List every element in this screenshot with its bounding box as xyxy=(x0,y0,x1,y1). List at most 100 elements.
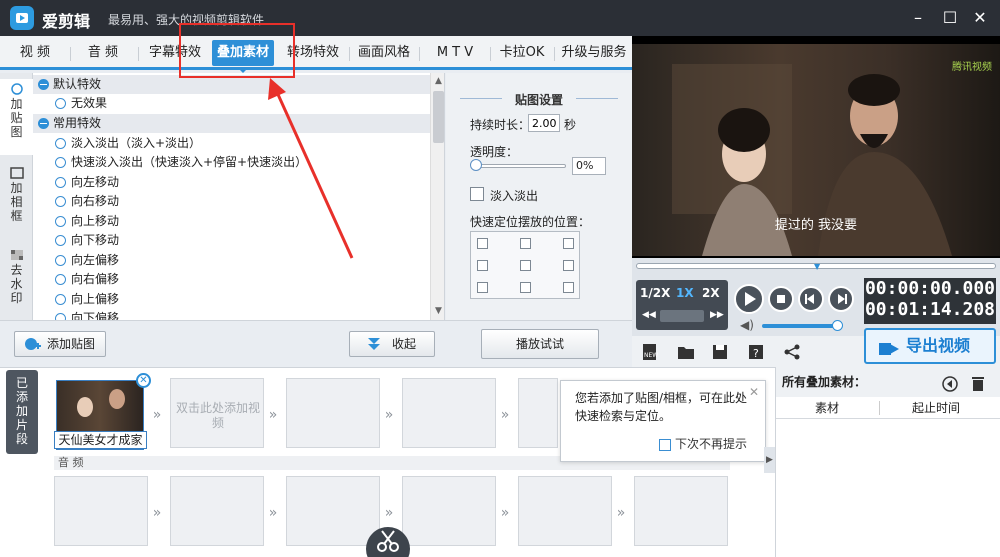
speed-selector: 1/2X 1X 2X ◀◀ ▶▶ xyxy=(636,280,728,330)
remove-clip-icon[interactable]: ✕ xyxy=(136,373,151,388)
volume-knob[interactable] xyxy=(832,320,843,331)
position-bottom-left[interactable] xyxy=(477,282,488,293)
effect-label: 向右偏移 xyxy=(71,272,120,286)
effect-item[interactable]: 向下偏移 xyxy=(55,309,119,320)
scroll-down-icon[interactable]: ▼ xyxy=(433,305,444,317)
play-button[interactable] xyxy=(734,284,764,314)
tooltip-close-icon[interactable]: ✕ xyxy=(749,383,759,401)
effect-group-common[interactable]: 常用特效 xyxy=(33,114,430,133)
step-forward-icon[interactable]: ▶▶ xyxy=(710,310,724,320)
effect-item[interactable]: 向左移动 xyxy=(55,173,119,192)
scroll-up-icon[interactable]: ▲ xyxy=(433,75,444,87)
tab-mtv[interactable]: M T V xyxy=(422,40,488,66)
empty-video-slot[interactable] xyxy=(286,378,380,448)
open-folder-icon[interactable] xyxy=(676,342,696,362)
effect-scrollbar[interactable]: ▲ ▼ xyxy=(430,73,444,320)
side-tab-label: 加相框 xyxy=(10,181,23,223)
collapse-button[interactable]: 收起 xyxy=(349,331,435,357)
effect-item[interactable]: 向右移动 xyxy=(55,192,119,211)
effect-item[interactable]: 无效果 xyxy=(55,94,107,113)
opacity-slider[interactable] xyxy=(474,164,566,168)
speed-half[interactable]: 1/2X xyxy=(640,286,670,300)
clip-label[interactable]: 天仙美女才成家 xyxy=(54,431,147,449)
add-sticker-icon xyxy=(23,336,41,360)
add-sticker-button[interactable]: 添加贴图 xyxy=(14,331,106,357)
chevron-down-icon[interactable]: ▼ xyxy=(814,262,820,271)
fade-checkbox[interactable] xyxy=(470,187,484,201)
position-top-center[interactable] xyxy=(520,238,531,249)
side-tab-remove-watermark[interactable]: 去水印 xyxy=(0,245,33,321)
position-top-left[interactable] xyxy=(477,238,488,249)
effect-item[interactable]: 快速淡入淡出（快速淡入+停留+快速淡出） xyxy=(55,153,307,172)
opacity-value[interactable]: 0% xyxy=(572,157,606,175)
scissors-button[interactable] xyxy=(366,527,410,557)
tab-video[interactable]: 视 频 xyxy=(4,40,66,66)
preview-play-button[interactable]: 播放试试 xyxy=(481,329,599,359)
step-back-icon[interactable]: ◀◀ xyxy=(642,310,656,320)
empty-audio-slot[interactable] xyxy=(518,476,612,546)
empty-audio-slot[interactable] xyxy=(634,476,728,546)
empty-video-slot[interactable]: 双击此处添加视频 xyxy=(170,378,264,448)
close-button[interactable]: ✕ xyxy=(968,6,992,30)
effect-item[interactable]: 向左偏移 xyxy=(55,251,119,270)
stop-button[interactable] xyxy=(768,286,794,312)
side-tab-add-sticker[interactable]: 加贴图 xyxy=(0,79,33,155)
radio-icon xyxy=(55,274,66,285)
settings-title: 贴图设置 xyxy=(446,91,632,108)
effect-item[interactable]: 向下移动 xyxy=(55,231,119,250)
position-middle-left[interactable] xyxy=(477,260,488,271)
position-bottom-right[interactable] xyxy=(563,282,574,293)
tab-audio[interactable]: 音 频 xyxy=(72,40,134,66)
effect-label: 向上偏移 xyxy=(71,292,120,306)
scroll-thumb[interactable] xyxy=(433,91,444,143)
opacity-slider-knob[interactable] xyxy=(470,159,482,171)
tab-upgrade-service[interactable]: 升级与服务 xyxy=(556,40,632,66)
effect-item[interactable]: 淡入淡出（淡入+淡出） xyxy=(55,134,201,153)
prev-frame-button[interactable] xyxy=(798,286,824,312)
empty-video-slot[interactable] xyxy=(402,378,496,448)
effect-item[interactable]: 向上偏移 xyxy=(55,290,119,309)
next-frame-button[interactable] xyxy=(828,286,854,312)
help-icon[interactable]: ? xyxy=(746,342,766,362)
empty-audio-slot[interactable] xyxy=(402,476,496,546)
effect-label: 向下移动 xyxy=(71,233,120,247)
radio-icon xyxy=(55,313,66,320)
sticker-icon xyxy=(10,83,24,95)
new-file-icon[interactable]: NEW xyxy=(640,342,660,362)
speed-double[interactable]: 2X xyxy=(702,286,720,300)
side-panel-title: 所有叠加素材： xyxy=(782,375,867,389)
group-label: 默认特效 xyxy=(53,77,102,91)
save-icon[interactable] xyxy=(710,342,730,362)
maximize-button[interactable]: ☐ xyxy=(938,6,962,30)
playback-progress[interactable]: ▼ xyxy=(632,258,1000,274)
volume-slider[interactable] xyxy=(762,324,838,328)
minimize-button[interactable]: – xyxy=(906,6,930,30)
chevron-right-icon: » xyxy=(384,407,394,423)
dont-show-again-checkbox[interactable] xyxy=(659,439,671,451)
position-middle-right[interactable] xyxy=(563,260,574,271)
watermark-icon xyxy=(10,249,24,261)
effect-item[interactable]: 向右偏移 xyxy=(55,270,119,289)
video-preview[interactable]: 腾讯视频 提过的 我没要 xyxy=(632,36,1000,264)
share-icon[interactable] xyxy=(782,342,802,362)
empty-audio-slot[interactable] xyxy=(54,476,148,546)
empty-video-slot[interactable] xyxy=(518,378,558,448)
empty-audio-slot[interactable] xyxy=(170,476,264,546)
tab-karaoke[interactable]: 卡拉OK xyxy=(492,40,552,66)
radio-icon xyxy=(55,98,66,109)
expand-panel-icon[interactable]: ▶ xyxy=(764,447,775,473)
export-video-button[interactable]: 导出视频 xyxy=(864,328,996,364)
effect-item[interactable]: 向上移动 xyxy=(55,212,119,231)
speed-slider[interactable] xyxy=(660,310,704,322)
speed-normal[interactable]: 1X xyxy=(676,286,694,300)
total-time: 00:01:14.208 xyxy=(864,299,996,320)
side-tab-add-frame[interactable]: 加相框 xyxy=(0,163,33,239)
duration-input[interactable] xyxy=(528,114,560,132)
position-center[interactable] xyxy=(520,260,531,271)
app-title: 爱剪辑 xyxy=(42,12,91,31)
volume-icon[interactable]: ◀) xyxy=(740,318,754,332)
tab-picture-style[interactable]: 画面风格 xyxy=(351,40,417,66)
position-top-right[interactable] xyxy=(563,238,574,249)
position-bottom-center[interactable] xyxy=(520,282,531,293)
added-clips-tab[interactable]: 已添加片段 xyxy=(6,370,38,454)
